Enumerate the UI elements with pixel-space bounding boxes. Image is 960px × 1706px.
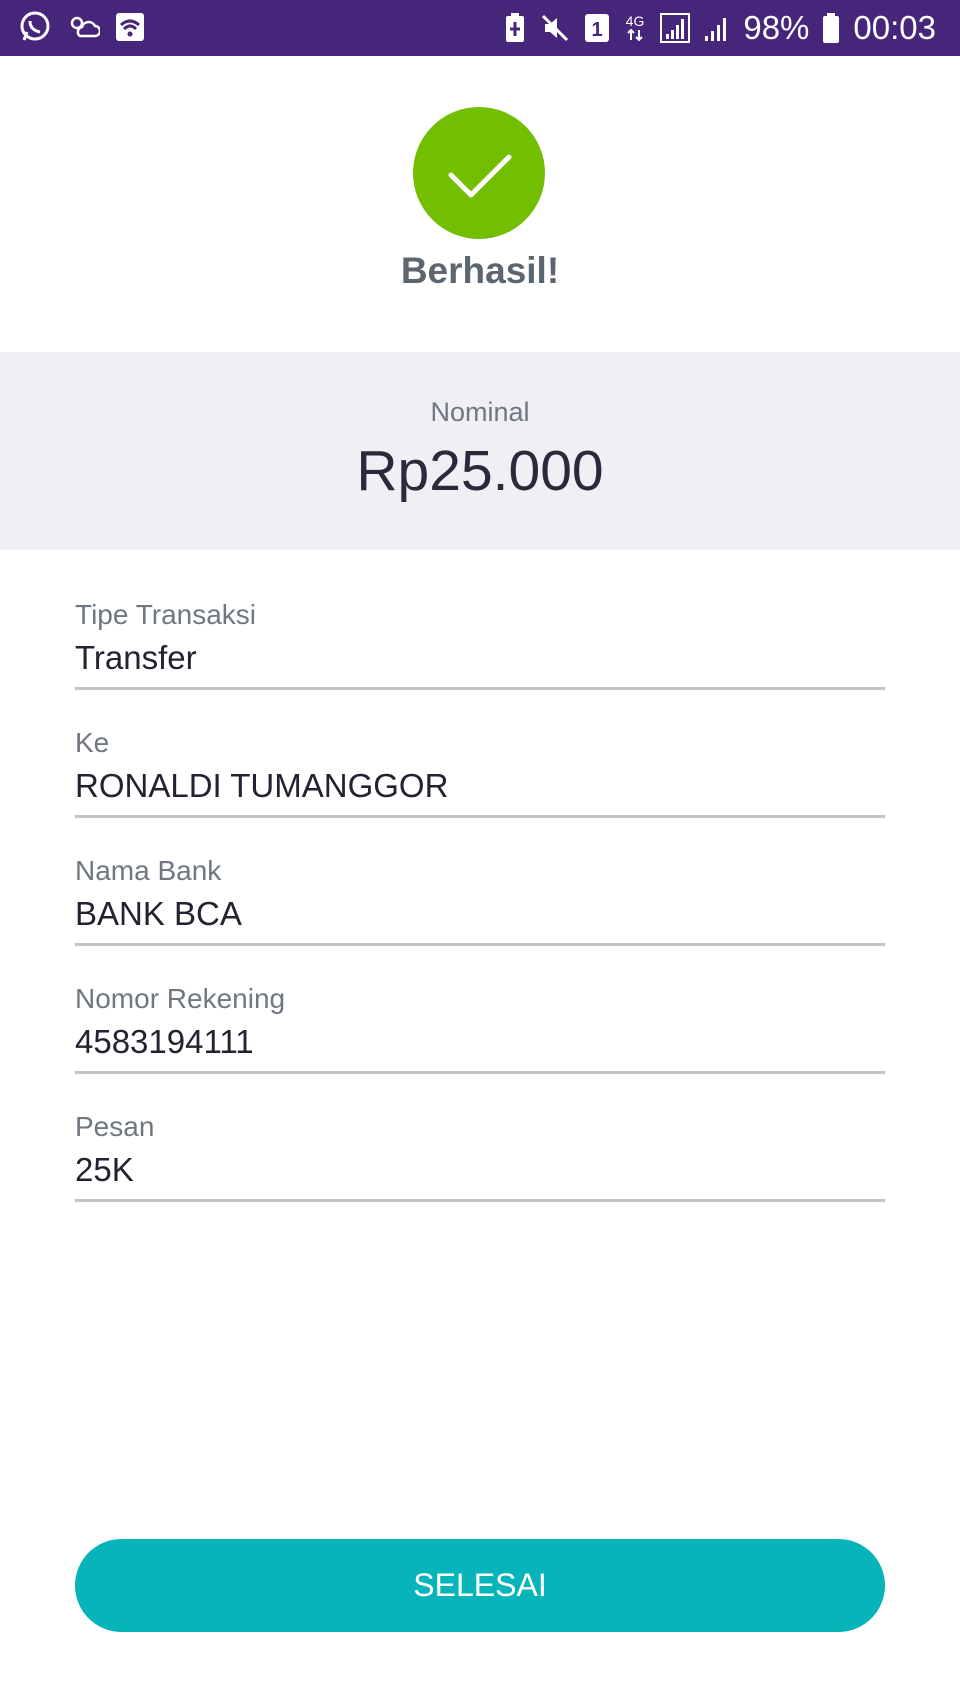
nominal-panel: Nominal Rp25.000 (0, 352, 960, 550)
field-bank-name: Nama Bank BANK BCA (75, 855, 885, 946)
battery-percent: 98% (743, 9, 810, 46)
field-message: Pesan 25K (75, 1111, 885, 1202)
field-transaction-type: Tipe Transaksi Transfer (75, 599, 885, 690)
signal-2-icon (703, 12, 731, 44)
field-value: Transfer (75, 639, 197, 676)
svg-text:1: 1 (592, 19, 603, 41)
done-button[interactable]: SELESAI (75, 1539, 885, 1632)
nominal-label: Nominal (430, 397, 530, 427)
field-value: BANK BCA (75, 895, 242, 932)
field-value: 4583194111 (75, 1023, 254, 1060)
success-title: Berhasil! (400, 250, 560, 291)
svg-text:4G: 4G (626, 13, 645, 29)
field-label: Pesan (75, 1111, 155, 1142)
field-value: 25K (75, 1151, 134, 1188)
field-value: RONALDI TUMANGGOR (75, 767, 449, 804)
wifi-icon (114, 11, 146, 43)
weather-icon (66, 10, 100, 44)
sim-1-icon: 1 (583, 12, 611, 44)
field-account-number: Nomor Rekening 4583194111 (75, 983, 885, 1074)
field-recipient: Ke RONALDI TUMANGGOR (75, 727, 885, 818)
whatsapp-icon (18, 10, 52, 44)
status-bar: 1 4G 98% 00:03 (0, 0, 960, 56)
field-label: Nama Bank (75, 855, 222, 886)
mute-icon (539, 12, 571, 44)
field-label: Ke (75, 727, 110, 758)
network-4g-icon: 4G (623, 12, 647, 44)
check-icon (448, 154, 512, 198)
battery-icon (821, 12, 841, 44)
signal-icon (659, 12, 691, 44)
status-bar-right: 1 4G 98% 00:03 (503, 8, 936, 48)
field-label: Tipe Transaksi (75, 599, 257, 630)
nominal-amount: Rp25.000 (356, 439, 604, 503)
status-bar-left (18, 10, 146, 44)
success-badge (413, 107, 545, 239)
field-label: Nomor Rekening (75, 983, 286, 1014)
battery-saver-icon (503, 12, 527, 44)
clock: 00:03 (853, 9, 936, 46)
